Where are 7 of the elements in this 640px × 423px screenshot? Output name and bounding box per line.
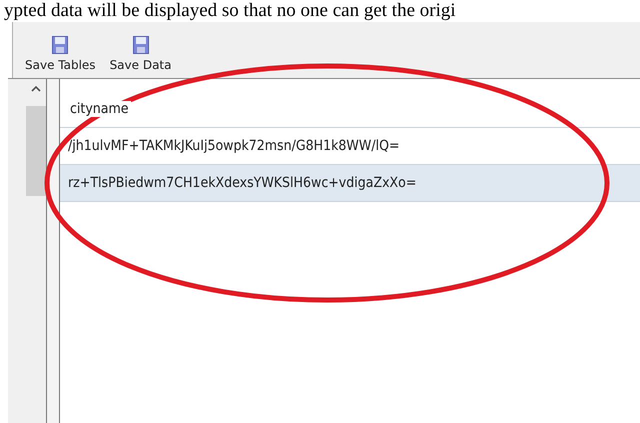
table-cell[interactable]: rz+TlsPBiedwm7CH1ekXdexsYWKSlH6wc+vdigaZxXo=	[60, 165, 640, 202]
save-button[interactable]: Save Data	[110, 36, 172, 72]
scrollbar-thumb[interactable]	[26, 106, 46, 196]
save-button[interactable]: Save Tables	[25, 36, 96, 72]
column-header[interactable]: cityname	[68, 101, 131, 117]
splitter[interactable]	[46, 79, 60, 423]
caption-text: ypted data will be displayed so that no one can get the origi	[3, 0, 457, 22]
